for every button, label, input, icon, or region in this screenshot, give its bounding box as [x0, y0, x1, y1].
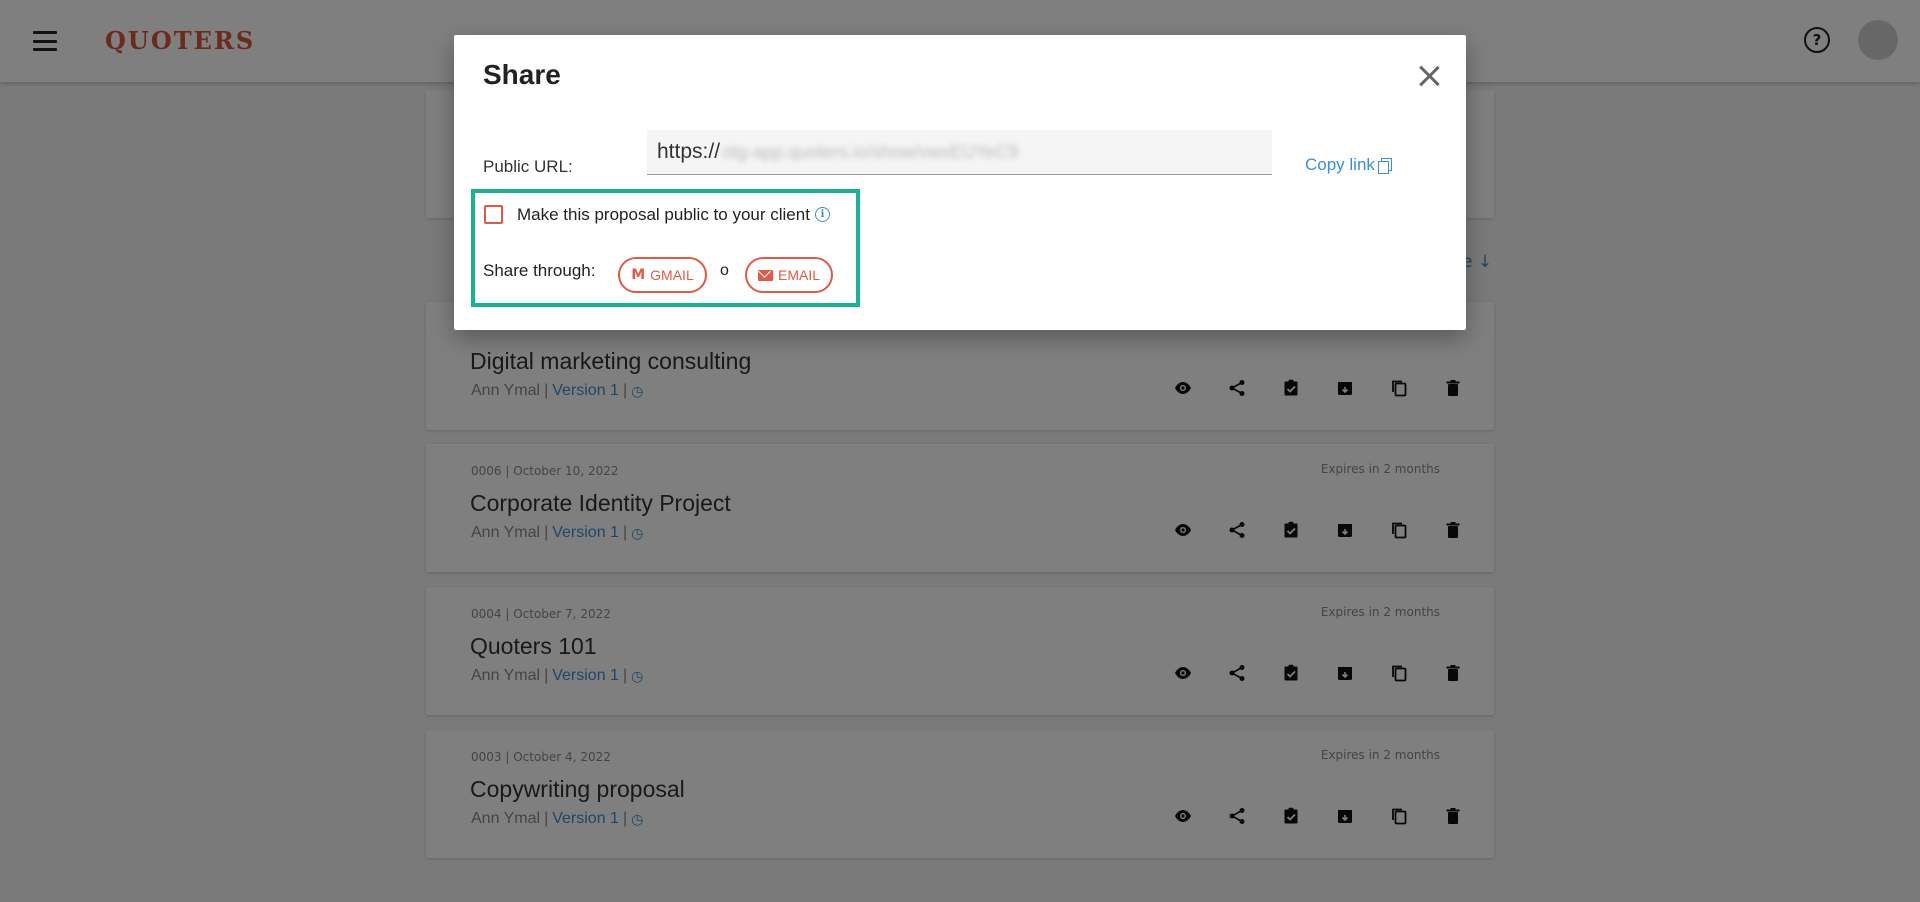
gmail-button[interactable]: M GMAIL — [618, 257, 707, 293]
share-through-label: Share through: — [483, 261, 596, 280]
email-button[interactable]: EMAIL — [745, 257, 833, 293]
dialog-title: Share — [483, 59, 561, 90]
email-button-label: EMAIL — [777, 267, 820, 283]
copy-icon — [1377, 157, 1392, 174]
url-redacted: otg-app.quoters.io/show/vwxEUYeC9 — [722, 141, 1019, 162]
copy-link-label: Copy link — [1305, 155, 1375, 174]
gmail-icon: M — [631, 267, 646, 283]
gmail-button-label: GMAIL — [650, 267, 694, 283]
url-prefix: https:// — [657, 140, 721, 163]
public-url-label: Public URL: — [483, 157, 573, 176]
copy-link-button[interactable]: Copy link — [1305, 155, 1392, 175]
public-checkbox[interactable] — [484, 205, 503, 224]
public-checkbox-label[interactable]: Make this proposal public to your client — [517, 205, 810, 225]
share-dialog: Share Public URL: https:// otg-app.quote… — [454, 35, 1466, 330]
or-separator: o — [720, 262, 729, 279]
info-icon[interactable]: i — [815, 207, 830, 222]
public-url-field[interactable]: https:// otg-app.quoters.io/show/vwxEUYe… — [647, 130, 1272, 175]
close-icon[interactable] — [1414, 61, 1444, 91]
mail-icon — [757, 269, 773, 281]
